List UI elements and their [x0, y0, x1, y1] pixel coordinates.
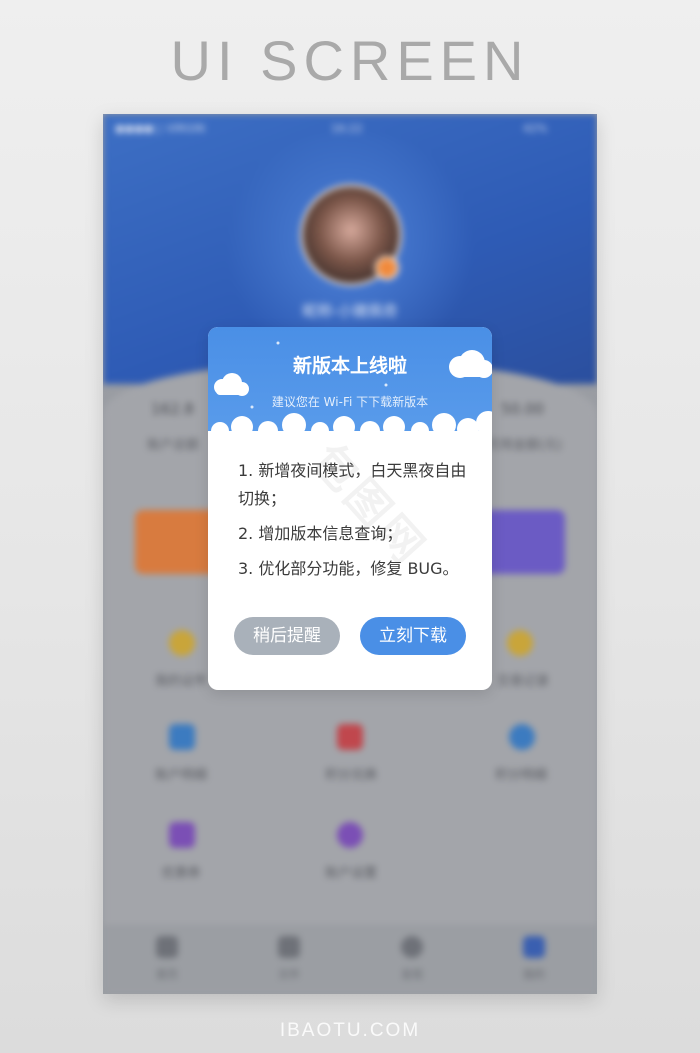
transaction-icon[interactable] [507, 630, 533, 656]
coupon-icon[interactable] [169, 822, 195, 848]
stat-available-label: 可用金额(元) [487, 438, 563, 453]
tab-home-label: 首页 [156, 968, 178, 981]
file-icon[interactable] [278, 936, 300, 958]
discover-icon[interactable] [401, 936, 423, 958]
tab-file-label: 文件 [278, 968, 300, 981]
stat-total-value: 162.8 [151, 400, 194, 418]
home-icon[interactable] [156, 936, 178, 958]
points-detail-icon[interactable] [509, 724, 535, 750]
cloud-decoration-icon [208, 341, 492, 439]
grid-label-coupon: 优惠券 [161, 866, 201, 881]
remind-later-button[interactable]: 稍后提醒 [234, 617, 340, 655]
stat-available-value: 50.00 [501, 400, 544, 418]
points-exchange-icon[interactable] [337, 724, 363, 750]
tab-bar [103, 926, 597, 994]
update-note-item: 3. 优化部分功能，修复 BUG。 [238, 559, 459, 578]
page-banner-title: UI SCREEN [170, 29, 530, 92]
footer-site: IBAOTU.COM [279, 1020, 421, 1041]
status-battery: 42% [523, 122, 548, 135]
status-time: 16:22 [331, 122, 363, 135]
download-now-button[interactable]: 立刻下载 [360, 617, 466, 655]
tab-discover-label: 发现 [401, 968, 423, 981]
tab-profile-label: 我的 [523, 968, 545, 981]
grid-label-account-detail: 账户明细 [154, 768, 207, 783]
grid-label-settings: 账户设置 [324, 866, 377, 881]
status-carrier: ●●●●○ VIRGIN [115, 122, 205, 135]
stat-total-label: 账户总额 [147, 438, 200, 453]
grid-label-points-exchange: 积分兑换 [324, 768, 377, 783]
nickname: 昵称-小猪佩奇 [302, 302, 398, 320]
dialog-header: 新版本上线啦 建议您在 Wi-Fi 下下载新版本 [208, 327, 492, 439]
profile-icon[interactable] [523, 936, 545, 958]
dialog-subtitle: 建议您在 Wi-Fi 下下载新版本 [271, 395, 429, 409]
certificate-icon[interactable] [169, 630, 195, 656]
edit-badge-icon [375, 256, 399, 280]
account-detail-icon[interactable] [169, 724, 195, 750]
grid-label-points-detail: 积分明细 [494, 768, 547, 783]
settings-icon[interactable] [337, 822, 363, 848]
dialog-title: 新版本上线啦 [292, 355, 407, 377]
